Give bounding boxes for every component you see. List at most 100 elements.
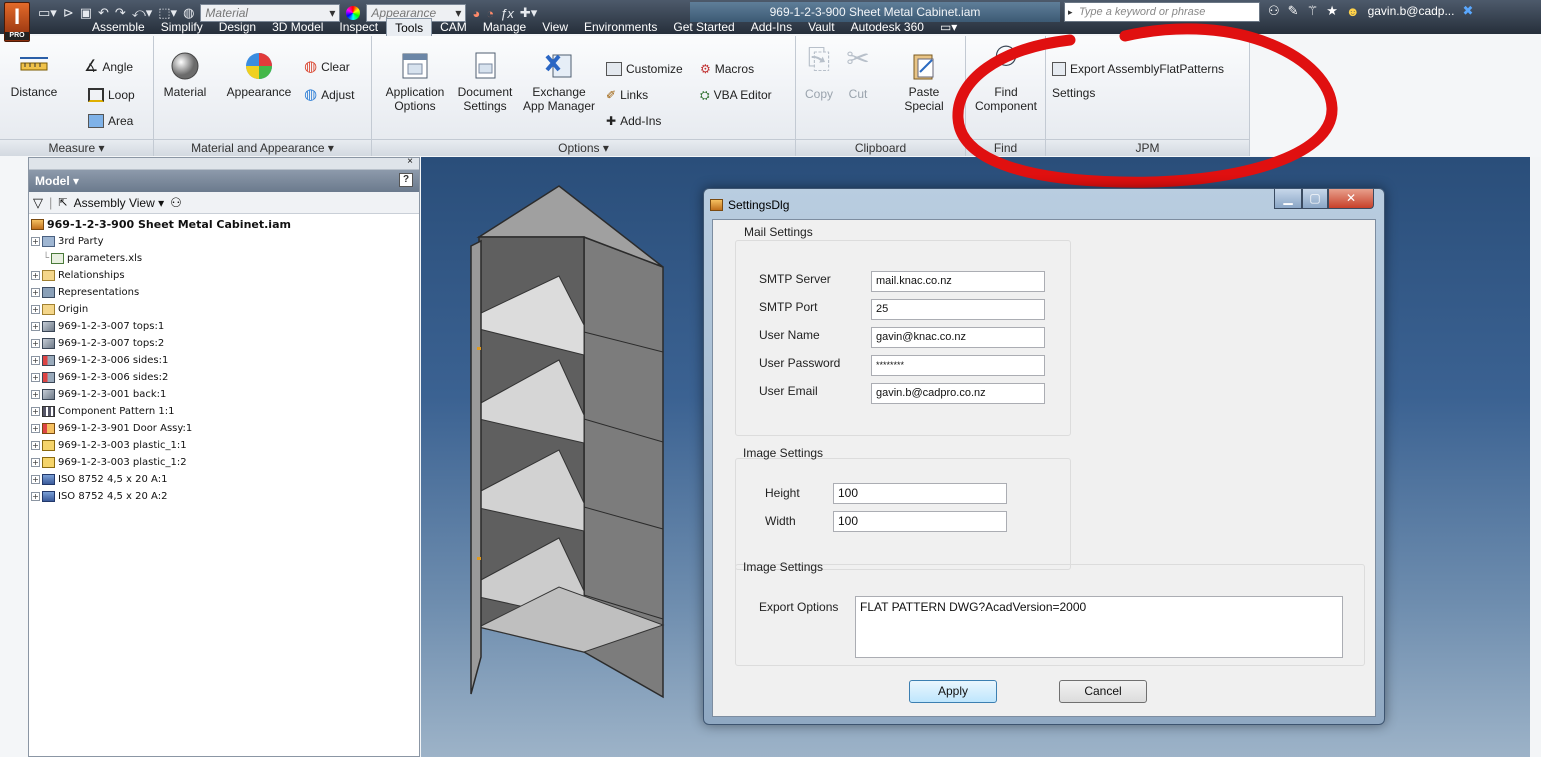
tree-node[interactable]: +969-1-2-3-003 plastic_1:2 (31, 454, 417, 471)
expand-toggle-icon[interactable]: + (31, 390, 40, 399)
links-button[interactable]: ✐ Links (606, 88, 648, 102)
measure-panel-label[interactable]: Measure ▾ (0, 139, 153, 156)
tree-node[interactable]: + ISO 8752 4,5 x 20 A:2 (31, 488, 417, 505)
tab-assemble[interactable]: Assemble (84, 18, 153, 36)
tree-node[interactable]: └ parameters.xls (31, 250, 417, 267)
star-icon[interactable]: ★ (1326, 3, 1338, 19)
tab-manage[interactable]: Manage (475, 18, 534, 36)
exchange-app-manager-button[interactable]: Exchange App Manager (518, 50, 600, 113)
help-icon[interactable]: ? (399, 173, 413, 187)
expand-toggle-icon[interactable]: + (31, 492, 40, 501)
smtp-port-input[interactable]: 25 (871, 299, 1045, 320)
user-name[interactable]: gavin.b@cadp... (1368, 4, 1455, 18)
assembly-view-dropdown[interactable]: Assembly View ▾ (74, 196, 165, 210)
tree-node[interactable]: + ISO 8752 4,5 x 20 A:1 (31, 471, 417, 488)
tab-add-ins[interactable]: Add-Ins (743, 18, 800, 36)
tab-cam[interactable]: CAM (432, 18, 475, 36)
application-menu-button[interactable]: I PRO (4, 2, 30, 42)
tree-node[interactable]: + Origin (31, 301, 417, 318)
tree-node[interactable]: +969-1-2-3-006 sides:2 (31, 369, 417, 386)
apply-button[interactable]: Apply (909, 680, 997, 703)
expand-toggle-icon[interactable]: + (31, 271, 40, 280)
cancel-button[interactable]: Cancel (1059, 680, 1147, 703)
expand-toggle-icon[interactable]: + (31, 407, 40, 416)
expand-toggle-icon[interactable]: + (31, 441, 40, 450)
cut-button[interactable]: ✂ Cut (840, 45, 876, 102)
expand-toggle-icon[interactable]: + (31, 356, 40, 365)
expand-toggle-icon[interactable]: + (31, 475, 40, 484)
expand-toggle-icon[interactable]: + (31, 458, 40, 467)
expand-toggle-icon[interactable]: + (31, 373, 40, 382)
wrench-icon[interactable]: ✎ (1288, 3, 1299, 19)
user-icon[interactable]: ☻ (1346, 4, 1360, 19)
distance-button[interactable]: Distance (4, 50, 64, 99)
material-button[interactable]: Material (158, 50, 212, 99)
expand-toggle-icon[interactable]: + (31, 288, 40, 297)
customize-button[interactable]: Customize (606, 62, 683, 76)
user-password-input[interactable]: ******** (871, 355, 1045, 376)
tree-node[interactable]: +969-1-2-3-001 back:1 (31, 386, 417, 403)
appearance-button[interactable]: Appearance (222, 50, 296, 99)
macros-button[interactable]: ⚙ Macros (700, 62, 754, 76)
expand-toggle-icon[interactable]: + (31, 424, 40, 433)
application-options-button[interactable]: Application Options (378, 50, 452, 113)
find-in-browser-icon[interactable]: ⚇ (170, 195, 182, 211)
close-icon[interactable]: × (407, 156, 413, 167)
export-assembly-flat-patterns-button[interactable]: Export AssemblyFlatPatterns (1052, 62, 1224, 76)
dialog-title-bar[interactable]: SettingsDlg (710, 195, 789, 215)
area-button[interactable]: Area (88, 114, 133, 128)
jpm-settings-button[interactable]: Settings (1052, 86, 1095, 100)
user-email-input[interactable]: gavin.b@cadpro.co.nz (871, 383, 1045, 404)
tree-node[interactable]: +969-1-2-3-003 plastic_1:1 (31, 437, 417, 454)
expand-toggle-icon[interactable]: + (31, 322, 40, 331)
search-input[interactable]: Type a keyword or phrase (1064, 2, 1260, 22)
document-settings-button[interactable]: Document Settings (452, 50, 518, 113)
material-appearance-panel-label[interactable]: Material and Appearance ▾ (154, 139, 371, 156)
find-component-button[interactable]: ⚇ Find Component (970, 43, 1042, 114)
adjust-button[interactable]: ◍ Adjust (304, 87, 354, 102)
tab-vault[interactable]: Vault (800, 18, 842, 36)
tree-node[interactable]: 969-1-2-3-900 Sheet Metal Cabinet.iam (31, 216, 417, 233)
tree-node[interactable]: + Representations (31, 284, 417, 301)
export-options-textarea[interactable]: FLAT PATTERN DWG?AcadVersion=2000 (855, 596, 1343, 658)
tab-tools[interactable]: Tools (386, 18, 433, 36)
angle-button[interactable]: ∡ Angle (84, 59, 133, 75)
tab-get-started[interactable]: Get Started (665, 18, 742, 36)
options-panel-label[interactable]: Options ▾ (372, 139, 795, 156)
tab-simplify[interactable]: Simplify (153, 18, 211, 36)
tab-3d-model[interactable]: 3D Model (264, 18, 331, 36)
ribbon-display-toggle-icon[interactable]: ▭▾ (932, 18, 965, 36)
tab-view[interactable]: View (534, 18, 576, 36)
tab-design[interactable]: Design (211, 18, 264, 36)
user-name-input[interactable]: gavin@knac.co.nz (871, 327, 1045, 348)
tree-node[interactable]: +969-1-2-3-007 tops:2 (31, 335, 417, 352)
copy-button[interactable]: ⎘ Copy (800, 45, 838, 102)
expand-toggle-icon[interactable]: + (31, 305, 40, 314)
width-input[interactable]: 100 (833, 511, 1007, 532)
model-browser-header[interactable]: Model ▾ ? (29, 170, 419, 192)
tree-node[interactable]: + Component Pattern 1:1 (31, 403, 417, 420)
satellite-icon[interactable]: ⚚ (1307, 3, 1319, 19)
maximize-button[interactable]: ▢ (1302, 189, 1328, 209)
tab-inspect[interactable]: Inspect (331, 18, 386, 36)
paste-special-button[interactable]: Paste Special (896, 50, 952, 113)
smtp-server-input[interactable]: mail.knac.co.nz (871, 271, 1045, 292)
tree-node[interactable]: +3rd Party (31, 233, 417, 250)
close-button[interactable]: ✕ (1328, 189, 1374, 209)
new-icon[interactable]: ▭▾ (38, 5, 57, 21)
tab-autodesk-360[interactable]: Autodesk 360 (843, 18, 932, 36)
tree-node[interactable]: +969-1-2-3-006 sides:1 (31, 352, 417, 369)
vba-editor-button[interactable]: ⛭ VBA Editor (700, 88, 772, 102)
clear-button[interactable]: ◍ Clear (304, 59, 350, 74)
tab-environments[interactable]: Environments (576, 18, 665, 36)
tree-node[interactable]: + Relationships (31, 267, 417, 284)
open-icon[interactable]: ⊳ (63, 5, 74, 21)
tree-node[interactable]: +969-1-2-3-007 tops:1 (31, 318, 417, 335)
minimize-button[interactable]: ▁ (1274, 189, 1302, 209)
expand-toggle-icon[interactable]: + (31, 339, 40, 348)
height-input[interactable]: 100 (833, 483, 1007, 504)
browser-grip[interactable]: × (29, 156, 419, 170)
filter-icon[interactable]: ▽ (33, 195, 43, 211)
exchange-x-icon[interactable]: ✖ (1462, 3, 1473, 19)
binoculars-icon[interactable]: ⚇ (1268, 3, 1280, 19)
